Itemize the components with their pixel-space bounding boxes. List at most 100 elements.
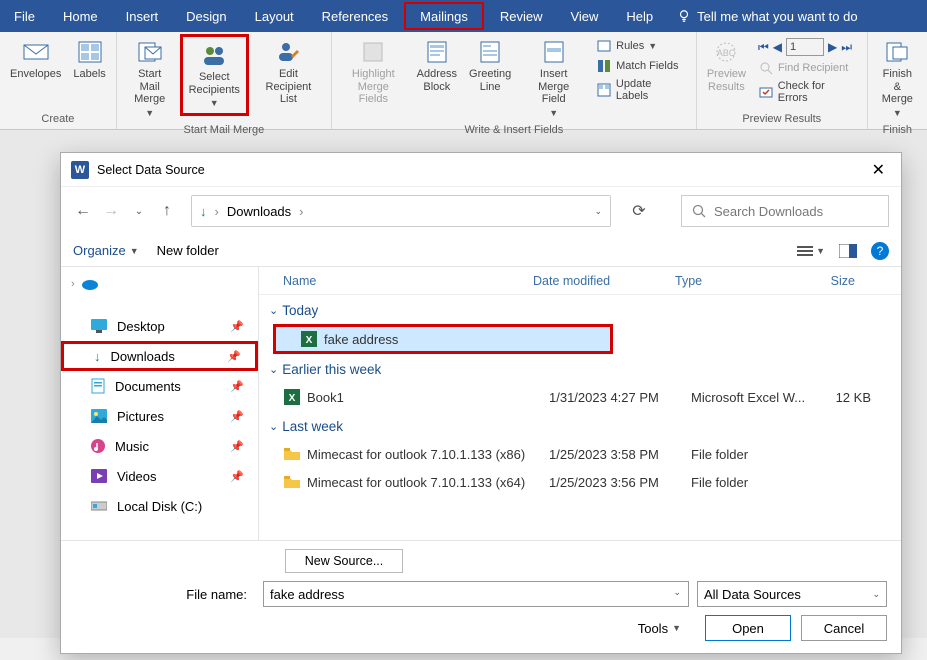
- pin-icon: 📌: [230, 320, 244, 333]
- start-mail-merge-button[interactable]: Start Mail Merge ▼: [121, 34, 179, 122]
- sidebar-downloads-label: Downloads: [111, 349, 175, 364]
- address-block-button[interactable]: Address Block: [411, 34, 463, 97]
- tab-layout[interactable]: Layout: [241, 0, 308, 32]
- update-labels-button[interactable]: Update Labels: [596, 78, 686, 102]
- rules-button[interactable]: Rules ▼: [596, 38, 686, 54]
- excel-icon: X: [283, 388, 301, 406]
- search-input[interactable]: Search Downloads: [681, 195, 889, 227]
- cancel-button[interactable]: Cancel: [801, 615, 887, 641]
- update-labels-label: Update Labels: [616, 78, 686, 102]
- select-recipients-button[interactable]: Select Recipients ▼: [180, 34, 249, 116]
- tab-file[interactable]: File: [0, 0, 49, 32]
- file-fake-address[interactable]: X fake address: [273, 324, 613, 354]
- tab-insert[interactable]: Insert: [112, 0, 173, 32]
- match-fields-button[interactable]: Match Fields: [596, 58, 686, 74]
- chevron-down-icon[interactable]: ⌄: [673, 587, 681, 598]
- back-button[interactable]: ←: [73, 201, 93, 221]
- sidebar-item-videos[interactable]: Videos 📌: [61, 461, 258, 491]
- search-icon: [692, 204, 706, 218]
- highlight-merge-fields-button: Highlight Merge Fields: [336, 34, 411, 110]
- file-book1[interactable]: X Book1 1/31/2023 4:27 PM Microsoft Exce…: [259, 383, 901, 411]
- sidebar-item-desktop[interactable]: Desktop 📌: [61, 311, 258, 341]
- file-size: 12 KB: [811, 390, 871, 405]
- tab-view[interactable]: View: [556, 0, 612, 32]
- new-source-button[interactable]: New Source...: [285, 549, 403, 573]
- sidebar-localdisk-label: Local Disk (C:): [117, 499, 202, 514]
- help-button[interactable]: ?: [871, 242, 889, 260]
- sidebar-item-music[interactable]: Music 📌: [61, 431, 258, 461]
- group-finish-label: Finish: [872, 122, 923, 140]
- col-type[interactable]: Type: [675, 274, 795, 288]
- tab-help[interactable]: Help: [612, 0, 667, 32]
- insert-merge-field-button[interactable]: Insert Merge Field ▼: [517, 34, 590, 122]
- labels-button[interactable]: Labels: [67, 34, 111, 85]
- col-date[interactable]: Date modified: [533, 274, 675, 288]
- preview-pane-icon[interactable]: [839, 244, 857, 258]
- sidebar-videos-label: Videos: [117, 469, 157, 484]
- sidebar-item-documents[interactable]: Documents 📌: [61, 371, 258, 401]
- sidebar-music-label: Music: [115, 439, 149, 454]
- recent-locations-dropdown[interactable]: ⌄: [129, 201, 149, 221]
- finish-merge-button[interactable]: Finish & Merge ▼: [872, 34, 923, 122]
- close-button[interactable]: ✕: [866, 160, 891, 180]
- tab-review[interactable]: Review: [486, 0, 557, 32]
- up-button[interactable]: ↑: [157, 201, 177, 221]
- edit-recipient-list-button[interactable]: Edit Recipient List: [250, 34, 327, 110]
- documents-icon: [91, 378, 105, 394]
- file-filter-dropdown[interactable]: All Data Sources ⌄: [697, 581, 887, 607]
- breadcrumb-bar[interactable]: ↓ › Downloads › ⌄: [191, 195, 611, 227]
- file-filter-label: All Data Sources: [704, 587, 801, 602]
- edit-recipient-list-label: Edit Recipient List: [256, 68, 321, 106]
- greeting-line-button[interactable]: Greeting Line: [463, 34, 517, 97]
- tell-me[interactable]: Tell me what you want to do: [667, 0, 867, 32]
- chevron-down-icon[interactable]: ⌄: [594, 206, 602, 217]
- refresh-button[interactable]: ⟳: [627, 201, 651, 221]
- record-number-input[interactable]: 1: [786, 38, 824, 56]
- svg-text:X: X: [306, 335, 313, 346]
- file-mimecast-x86[interactable]: Mimecast for outlook 7.10.1.133 (x86) 1/…: [259, 440, 901, 468]
- breadcrumb-downloads[interactable]: Downloads: [227, 204, 291, 219]
- finish-merge-icon: [883, 38, 911, 66]
- greeting-line-label: Greeting Line: [469, 68, 511, 93]
- folder-icon: [283, 473, 301, 491]
- file-mimecast-x64[interactable]: Mimecast for outlook 7.10.1.133 (x64) 1/…: [259, 468, 901, 496]
- sidebar-item-pictures[interactable]: Pictures 📌: [61, 401, 258, 431]
- file-name: Mimecast for outlook 7.10.1.133 (x86): [307, 447, 549, 462]
- prev-record-icon[interactable]: ◀: [773, 40, 782, 54]
- onedrive-icon: [81, 278, 99, 290]
- organize-dropdown[interactable]: Organize ▼: [73, 243, 139, 258]
- tab-design[interactable]: Design: [172, 0, 240, 32]
- menu-bar: File Home Insert Design Layout Reference…: [0, 0, 927, 32]
- sidebar-item-downloads[interactable]: ↓ Downloads 📌: [61, 341, 258, 371]
- envelopes-button[interactable]: Envelopes: [4, 34, 67, 85]
- group-today[interactable]: ⌄Today: [259, 295, 901, 324]
- folder-icon: [283, 445, 301, 463]
- col-name[interactable]: Name: [283, 274, 533, 288]
- chevron-down-icon: ▼: [549, 108, 558, 118]
- tab-home[interactable]: Home: [49, 0, 112, 32]
- file-name: Book1: [307, 390, 549, 405]
- check-for-errors-button[interactable]: Check for Errors: [758, 80, 857, 104]
- lightbulb-icon: [677, 9, 691, 23]
- sidebar-item-localdisk[interactable]: Local Disk (C:): [61, 491, 258, 521]
- forward-button: →: [101, 201, 121, 221]
- group-last-week[interactable]: ⌄Last week: [259, 411, 901, 440]
- col-size[interactable]: Size: [795, 274, 855, 288]
- view-menu-icon[interactable]: ▼: [797, 245, 825, 257]
- group-earlier-week[interactable]: ⌄Earlier this week: [259, 354, 901, 383]
- envelopes-label: Envelopes: [10, 68, 61, 81]
- greeting-line-icon: [476, 38, 504, 66]
- new-folder-button[interactable]: New folder: [157, 243, 219, 258]
- tab-mailings[interactable]: Mailings: [404, 2, 484, 30]
- search-placeholder: Search Downloads: [714, 204, 823, 219]
- tools-label: Tools: [638, 621, 668, 636]
- last-record-icon[interactable]: ⏭: [841, 40, 852, 55]
- filename-input[interactable]: [263, 581, 689, 607]
- open-button[interactable]: Open: [705, 615, 791, 641]
- file-name: Mimecast for outlook 7.10.1.133 (x64): [307, 475, 549, 490]
- first-record-icon[interactable]: ⏮: [758, 40, 769, 55]
- tab-references[interactable]: References: [308, 0, 402, 32]
- next-record-icon[interactable]: ▶: [828, 40, 837, 54]
- tools-dropdown[interactable]: Tools ▼: [638, 621, 681, 636]
- sidebar-quickaccess[interactable]: ›: [61, 271, 258, 297]
